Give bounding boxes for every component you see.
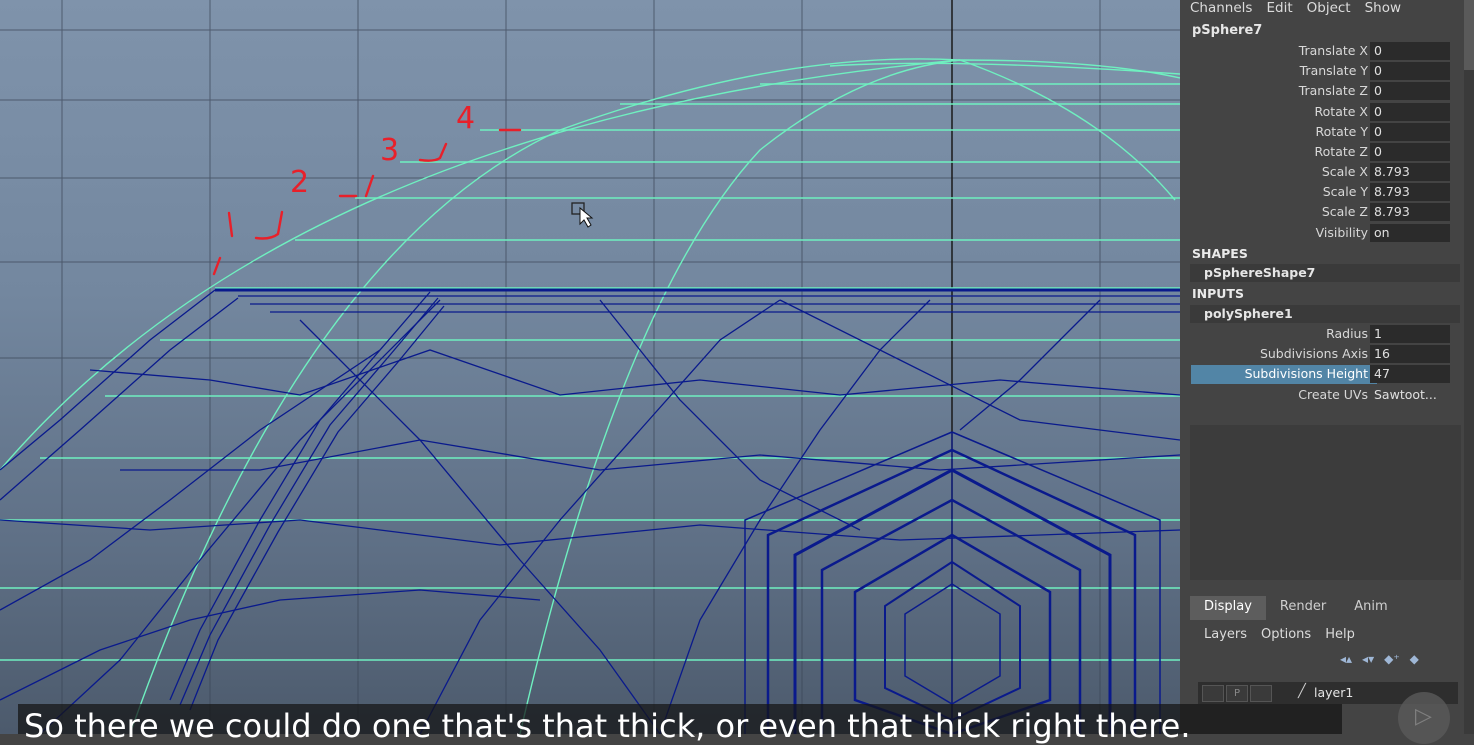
create-layer-from-selected-icon[interactable]: ◆ <box>1410 652 1419 666</box>
create-empty-layer-icon[interactable]: ◆⁺ <box>1384 652 1400 666</box>
viewport-scene: 2 3 4 <box>0 0 1180 734</box>
attr-value[interactable]: 8.793 <box>1370 183 1450 201</box>
layer-editor-tabs: Display Render Anim <box>1190 596 1402 620</box>
attr-value[interactable]: 1 <box>1370 325 1450 343</box>
inputs-header: INPUTS <box>1192 286 1244 301</box>
channel-box-panel: Channels Edit Object Show pSphere7 Trans… <box>1180 0 1474 744</box>
attr-label: Scale Y <box>1322 184 1368 199</box>
attr-label: Scale X <box>1321 164 1368 179</box>
attr-value[interactable]: Sawtoot... <box>1370 386 1450 404</box>
attr-value[interactable]: on <box>1370 224 1450 242</box>
attr-label: Create UVs <box>1298 387 1368 402</box>
attr-scale-x[interactable]: Scale X 8.793 <box>1190 163 1460 182</box>
attr-label: Translate X <box>1298 43 1368 58</box>
attr-subdivisions-axis[interactable]: Subdivisions Axis 16 <box>1190 345 1460 364</box>
attr-value[interactable]: 47 <box>1370 365 1450 383</box>
attr-label: Subdivisions Axis <box>1259 346 1368 361</box>
annotation-number-3: 3 <box>380 133 399 168</box>
attr-translate-x[interactable]: Translate X0 <box>1190 42 1460 61</box>
play-icon: ▷ <box>1415 704 1432 729</box>
attr-translate-y[interactable]: Translate Y0 <box>1190 62 1460 81</box>
side-tabs-strip[interactable] <box>1464 0 1474 734</box>
attr-label: Translate Z <box>1298 83 1368 98</box>
attr-scale-y[interactable]: Scale Y 8.793 <box>1190 183 1460 202</box>
shapes-header: SHAPES <box>1192 246 1248 261</box>
blue-wireframe <box>0 288 1180 734</box>
caption-text: So there we could do one that's that thi… <box>24 707 1191 745</box>
channel-box-menubar: Channels Edit Object Show <box>1190 0 1401 18</box>
attr-value[interactable]: 0 <box>1370 123 1450 141</box>
menu-edit[interactable]: Edit <box>1266 0 1292 18</box>
attr-label: Subdivisions Height <box>1244 366 1368 381</box>
attr-value[interactable]: 0 <box>1370 42 1450 60</box>
side-tab-thumb[interactable] <box>1464 0 1474 70</box>
attr-radius[interactable]: Radius 1 <box>1190 325 1460 344</box>
attr-label: Radius <box>1326 326 1368 341</box>
attr-label: Rotate Z <box>1314 144 1368 159</box>
viewport-3d[interactable]: 2 3 4 <box>0 0 1180 734</box>
move-layer-up-icon[interactable]: ◂▴ <box>1340 652 1352 666</box>
menu-help[interactable]: Help <box>1325 627 1355 642</box>
attr-label: Scale Z <box>1321 204 1368 219</box>
attr-value[interactable]: 0 <box>1370 143 1450 161</box>
tab-anim[interactable]: Anim <box>1340 596 1401 620</box>
attr-value[interactable]: 8.793 <box>1370 163 1450 181</box>
input-node-name: polySphere1 <box>1204 306 1293 321</box>
menu-channels[interactable]: Channels <box>1190 0 1252 18</box>
menu-options[interactable]: Options <box>1261 627 1311 642</box>
tab-display[interactable]: Display <box>1190 596 1266 620</box>
attr-value[interactable]: 16 <box>1370 345 1450 363</box>
attr-subdivisions-height[interactable]: Subdivisions Height 47 <box>1190 365 1460 384</box>
attr-rotate-y[interactable]: Rotate Y0 <box>1190 123 1460 142</box>
channel-box-empty-area <box>1190 425 1461 580</box>
attr-label: Rotate Y <box>1315 124 1368 139</box>
attr-label: Visibility <box>1315 225 1368 240</box>
mouse-cursor-icon <box>571 202 594 228</box>
annotation-number-4: 4 <box>456 101 475 136</box>
attr-label: Translate Y <box>1299 63 1368 78</box>
input-node-row[interactable]: polySphere1 <box>1190 305 1460 323</box>
display-type-toggle[interactable] <box>1250 685 1272 702</box>
shape-node-row[interactable]: pSphereShape7 <box>1190 264 1460 282</box>
annotation-numbers: 2 3 4 <box>290 101 475 200</box>
visibility-toggle[interactable] <box>1202 685 1224 702</box>
attr-create-uvs[interactable]: Create UVs Sawtoot... <box>1190 386 1460 405</box>
sphere-rings <box>0 62 1180 661</box>
layer-menubar: Layers Options Help <box>1204 627 1355 642</box>
hexagon-rings <box>744 431 1161 734</box>
menu-layers[interactable]: Layers <box>1204 627 1247 642</box>
move-layer-down-icon[interactable]: ◂▾ <box>1362 652 1374 666</box>
attr-value[interactable]: 0 <box>1370 62 1450 80</box>
layer-toolbar: ◂▴ ◂▾ ◆⁺ ◆ <box>1340 652 1419 666</box>
video-caption: So there we could do one that's that thi… <box>18 704 1342 744</box>
attr-translate-z[interactable]: Translate Z0 <box>1190 82 1460 101</box>
attr-scale-z[interactable]: Scale Z 8.793 <box>1190 203 1460 222</box>
video-play-button[interactable]: ▷ <box>1398 692 1450 744</box>
attr-visibility[interactable]: Visibility on <box>1190 224 1460 243</box>
attr-label: Rotate X <box>1314 104 1368 119</box>
attr-value[interactable]: 8.793 <box>1370 203 1450 221</box>
object-name[interactable]: pSphere7 <box>1192 23 1262 38</box>
layer-color-icon[interactable]: ╱ <box>1298 684 1306 699</box>
tab-render[interactable]: Render <box>1266 596 1340 620</box>
menu-object[interactable]: Object <box>1307 0 1351 18</box>
attr-value[interactable]: 0 <box>1370 82 1450 100</box>
menu-show[interactable]: Show <box>1365 0 1401 18</box>
playback-toggle[interactable]: P <box>1226 685 1248 702</box>
shape-node-name: pSphereShape7 <box>1204 265 1316 280</box>
attr-rotate-x[interactable]: Rotate X0 <box>1190 103 1460 122</box>
attr-rotate-z[interactable]: Rotate Z0 <box>1190 143 1460 162</box>
attr-value[interactable]: 0 <box>1370 103 1450 121</box>
annotation-number-2: 2 <box>290 165 309 200</box>
layer-name[interactable]: layer1 <box>1314 685 1353 700</box>
